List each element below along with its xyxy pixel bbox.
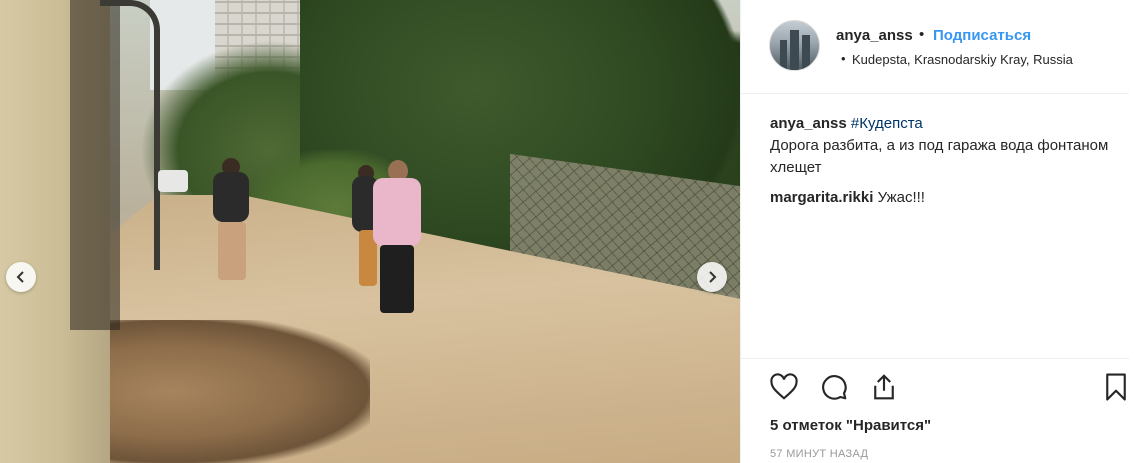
post-timestamp[interactable]: 57 МИНУТ НАЗАД (770, 448, 868, 460)
header-username[interactable]: anya_anss (836, 27, 913, 44)
list-item: margarita.rikki Ужас!!! (770, 187, 1110, 209)
post-header: anya_anss • Подписаться • Kudepsta, Kras… (741, 0, 1129, 94)
heart-icon (770, 373, 798, 400)
comment-text: Дорога разбита, а из под гаража вода фон… (770, 137, 1109, 176)
share-button[interactable] (869, 372, 899, 402)
like-button[interactable] (769, 372, 799, 402)
post-side-panel: anya_anss • Подписаться • Kudepsta, Kras… (740, 0, 1137, 463)
header-separator: • (919, 26, 925, 43)
follow-button[interactable]: Подписаться (933, 27, 1031, 44)
bookmark-icon (1106, 373, 1126, 401)
comment-button[interactable] (819, 372, 849, 402)
photo-car (158, 170, 188, 192)
photo-person (218, 222, 246, 280)
avatar[interactable] (769, 20, 820, 71)
photo-person (380, 245, 414, 313)
caption-comment: anya_anss #Кудепста Дорога разбита, а из… (770, 113, 1110, 179)
save-button[interactable] (1101, 372, 1131, 402)
hashtag-link[interactable]: #Кудепста (851, 115, 923, 132)
likes-count[interactable]: 5 отметок "Нравится" (770, 417, 931, 434)
share-icon (874, 374, 894, 400)
comment-list: anya_anss #Кудепста Дорога разбита, а из… (770, 113, 1110, 217)
comment-bubble-icon (822, 375, 847, 400)
avatar-detail (802, 35, 810, 70)
carousel-prev-button[interactable] (6, 262, 36, 292)
comment-text: Ужас!!! (877, 189, 925, 206)
chevron-right-icon (709, 271, 717, 283)
comment-username[interactable]: anya_anss (770, 115, 847, 132)
photo-person (213, 172, 249, 222)
action-bar: 5 отметок "Нравится" 57 МИНУТ НАЗАД (741, 358, 1129, 463)
photo-drainpipe (100, 0, 160, 270)
location-link[interactable]: Kudepsta, Krasnodarskiy Kray, Russia (852, 52, 1073, 67)
photo-person (373, 178, 421, 246)
avatar-detail (790, 30, 799, 70)
carousel-next-button[interactable] (697, 262, 727, 292)
post-photo (0, 0, 740, 463)
location-bullet: • (841, 51, 846, 66)
avatar-detail (780, 40, 787, 70)
chevron-left-icon (16, 271, 24, 283)
comment-username[interactable]: margarita.rikki (770, 189, 873, 206)
